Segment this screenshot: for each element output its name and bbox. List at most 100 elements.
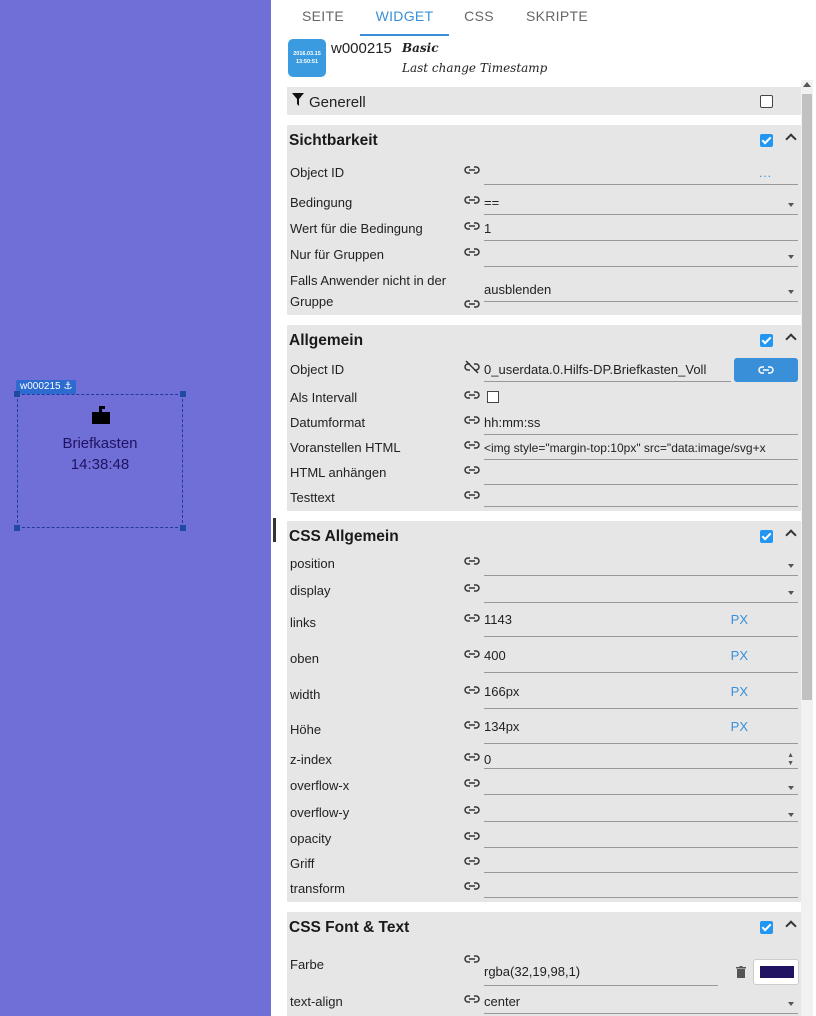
row-label: Bedingung bbox=[290, 195, 353, 210]
row-label: Testtext bbox=[290, 490, 335, 505]
unit-toggle[interactable]: PX bbox=[731, 610, 748, 630]
selected-widget[interactable]: Briefkasten 14:38:48 bbox=[14, 391, 186, 531]
link-icon[interactable] bbox=[464, 611, 480, 625]
collapse-chevron-icon[interactable] bbox=[785, 529, 797, 541]
tab-skripte[interactable]: SKRIPTE bbox=[517, 0, 597, 36]
row-label: transform bbox=[290, 881, 345, 896]
chevron-down-icon bbox=[788, 1002, 794, 1006]
link-icon[interactable] bbox=[464, 776, 480, 790]
chevron-down-icon bbox=[788, 290, 794, 294]
filter-icon[interactable] bbox=[292, 93, 304, 106]
link-icon[interactable] bbox=[464, 193, 480, 207]
bedingung-select[interactable]: == bbox=[484, 193, 798, 215]
tab-css[interactable]: CSS bbox=[457, 0, 501, 36]
group-css-allgemein-title: CSS Allgemein bbox=[289, 528, 399, 545]
oben-input[interactable]: 400 bbox=[484, 646, 798, 673]
nur-gruppen-select[interactable] bbox=[484, 245, 798, 267]
position-select[interactable] bbox=[484, 554, 798, 576]
farbe-input[interactable]: rgba(32,19,98,1) bbox=[484, 959, 718, 986]
resize-handle-bottom-left[interactable] bbox=[14, 525, 20, 531]
panel-resize-handle[interactable] bbox=[273, 518, 276, 542]
unit-toggle[interactable]: PX bbox=[731, 646, 748, 666]
widget-id-tag[interactable]: w000215 ⚓ bbox=[16, 380, 77, 394]
datumformat-input[interactable]: hh:mm:ss bbox=[484, 413, 798, 435]
wert-bedingung-input[interactable]: 1 bbox=[484, 219, 798, 241]
tab-seite[interactable]: SEITE bbox=[291, 0, 355, 36]
chevron-down-icon bbox=[788, 203, 794, 207]
overflow-x-select[interactable] bbox=[484, 776, 798, 795]
widget-thumbnail: 2016.03.15 13:50:51 bbox=[288, 39, 326, 77]
collapse-chevron-icon[interactable] bbox=[785, 333, 797, 345]
row-label: links bbox=[290, 615, 317, 630]
link-icon[interactable] bbox=[464, 992, 480, 1006]
group-css-allgemein-checkbox[interactable] bbox=[760, 530, 773, 543]
link-icon[interactable] bbox=[464, 803, 480, 817]
group-sichtbarkeit-checkbox[interactable] bbox=[760, 134, 773, 147]
text-align-select[interactable]: center bbox=[484, 992, 798, 1014]
link-icon[interactable] bbox=[464, 879, 480, 893]
link-icon[interactable] bbox=[464, 438, 480, 452]
visibility-object-id-input[interactable]: ... bbox=[484, 163, 798, 185]
link-icon bbox=[758, 366, 774, 374]
resize-handle-bottom-right[interactable] bbox=[180, 525, 186, 531]
widget-id: w000215 bbox=[331, 40, 392, 57]
link-icon[interactable] bbox=[464, 647, 480, 661]
chevron-down-icon bbox=[788, 813, 794, 817]
collapse-chevron-icon[interactable] bbox=[785, 920, 797, 932]
link-icon[interactable] bbox=[464, 463, 480, 477]
falls-anwender-select[interactable]: ausblenden bbox=[484, 280, 798, 302]
group-generell-checkbox[interactable] bbox=[760, 95, 773, 108]
link-icon[interactable] bbox=[464, 718, 480, 732]
link-icon[interactable] bbox=[464, 388, 480, 402]
group-css-font-text: CSS Font & Text Farbe rgba(32,19,98,1) t… bbox=[287, 912, 801, 1016]
display-select[interactable] bbox=[484, 581, 798, 603]
width-input[interactable]: 166px bbox=[484, 682, 798, 709]
resize-handle-top-right[interactable] bbox=[180, 391, 186, 397]
link-icon[interactable] bbox=[464, 683, 480, 697]
link-icon[interactable] bbox=[464, 163, 480, 177]
link-icon[interactable] bbox=[464, 297, 480, 311]
link-icon[interactable] bbox=[464, 554, 480, 568]
link-icon[interactable] bbox=[464, 413, 480, 427]
html-anhaengen-input[interactable] bbox=[484, 463, 798, 485]
overflow-y-select[interactable] bbox=[484, 803, 798, 822]
link-icon[interactable] bbox=[464, 829, 480, 843]
select-object-id-button[interactable] bbox=[734, 358, 798, 382]
scrollbar-thumb[interactable] bbox=[802, 94, 812, 700]
row-label: overflow-x bbox=[290, 778, 350, 793]
color-picker-button[interactable] bbox=[753, 959, 799, 985]
links-input[interactable]: 1143 bbox=[484, 610, 798, 637]
unit-toggle[interactable]: PX bbox=[731, 717, 748, 737]
trash-icon[interactable] bbox=[736, 966, 746, 978]
link-icon[interactable] bbox=[464, 581, 480, 595]
group-allgemein-checkbox[interactable] bbox=[760, 334, 773, 347]
link-icon[interactable] bbox=[464, 245, 480, 259]
hoehe-input[interactable]: 134px bbox=[484, 717, 798, 744]
select-id-dots[interactable]: ... bbox=[759, 163, 772, 183]
testtext-input[interactable] bbox=[484, 488, 798, 507]
als-intervall-checkbox[interactable] bbox=[487, 391, 499, 403]
editor-canvas[interactable]: w000215 ⚓ Briefkasten 14:38:48 bbox=[0, 0, 271, 1016]
voranstellen-html-input[interactable]: <img style="margin-top:10px" src="data:i… bbox=[484, 438, 798, 460]
link-icon[interactable] bbox=[464, 952, 480, 966]
group-css-font-title: CSS Font & Text bbox=[289, 919, 410, 936]
resize-handle-top-left[interactable] bbox=[14, 391, 20, 397]
unlink-icon[interactable] bbox=[464, 360, 480, 374]
link-icon[interactable] bbox=[464, 219, 480, 233]
scrollbar[interactable] bbox=[801, 80, 813, 1016]
tab-widget[interactable]: WIDGET bbox=[360, 0, 449, 36]
object-id-input[interactable]: 0_userdata.0.Hilfs-DP.Briefkasten_Voll bbox=[484, 360, 731, 382]
spinner-icon[interactable]: ▲ ▼ bbox=[787, 752, 794, 768]
griff-input[interactable] bbox=[484, 854, 798, 873]
transform-input[interactable] bbox=[484, 879, 798, 898]
link-icon[interactable] bbox=[464, 750, 480, 764]
scroll-up-arrow-icon[interactable] bbox=[803, 82, 811, 87]
row-label: Als Intervall bbox=[290, 390, 358, 405]
unit-toggle[interactable]: PX bbox=[731, 682, 748, 702]
link-icon[interactable] bbox=[464, 488, 480, 502]
link-icon[interactable] bbox=[464, 854, 480, 868]
group-css-font-checkbox[interactable] bbox=[760, 921, 773, 934]
opacity-input[interactable] bbox=[484, 829, 798, 848]
z-index-input[interactable]: 0 ▲ ▼ bbox=[484, 750, 798, 769]
collapse-chevron-icon[interactable] bbox=[785, 133, 797, 145]
